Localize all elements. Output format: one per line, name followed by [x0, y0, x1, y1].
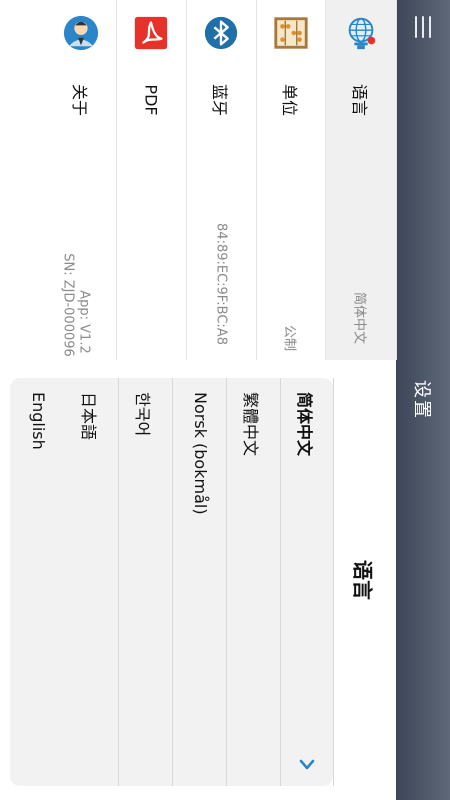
language-option-en[interactable]: English: [10, 378, 64, 786]
language-option-ko[interactable]: 한국어: [118, 378, 173, 786]
pdf-icon: [134, 16, 168, 50]
settings-item-units[interactable]: 单位 公制: [256, 0, 326, 360]
settings-item-value: 简体中文: [351, 291, 366, 345]
top-bar: 设置: [396, 0, 450, 800]
app-version: App: V1.2: [76, 290, 92, 354]
user-icon: [63, 15, 99, 51]
language-option-label: 繁體中文: [241, 392, 260, 457]
check-icon: [299, 759, 314, 770]
language-option-label: 日本語: [79, 392, 98, 441]
language-option-ja[interactable]: 日本語: [64, 378, 119, 786]
language-dialog: 简体中文 繁體中文 Norsk (bokmål) 한국어 日本語 English…: [0, 360, 396, 800]
settings-item-language[interactable]: 语言 简体中文: [325, 0, 397, 360]
language-option-label: Norsk (bokmål): [191, 392, 210, 515]
language-option-label: English: [29, 392, 48, 450]
settings-item-label: 蓝牙: [210, 83, 229, 117]
language-option-nb[interactable]: Norsk (bokmål): [172, 378, 227, 786]
language-option-label: 简体中文: [294, 392, 314, 457]
settings-item-label: PDF: [141, 84, 161, 116]
language-option-zh-hant[interactable]: 繁體中文: [226, 378, 281, 786]
settings-item-label: 语言: [349, 83, 369, 117]
abacus-icon: [273, 17, 308, 49]
language-option-zh-hans[interactable]: 简体中文: [280, 378, 334, 786]
settings-item-pdf[interactable]: PDF: [116, 0, 187, 360]
globe-icon: [348, 17, 375, 50]
settings-item-label: 关于: [70, 83, 89, 117]
language-option-label: 한국어: [133, 392, 152, 437]
settings-item-label: 单位: [279, 83, 299, 117]
settings-item-about[interactable]: 关于 App: V1.2 SN: ZJD-000096: [46, 0, 117, 360]
language-options-card: 简体中文 繁體中文 Norsk (bokmål) 한국어 日本語 English: [10, 378, 334, 786]
serial-number: SN: ZJD-000096: [60, 253, 76, 357]
bluetooth-icon: [204, 16, 238, 50]
page-title: 设置: [411, 380, 432, 420]
settings-item-bluetooth[interactable]: 蓝牙 84:89:EC:9F:BC:A8: [186, 0, 257, 360]
dialog-title: 语言: [350, 560, 375, 600]
settings-list: 语言 简体中文 单位 公制 蓝牙 84:89:EC:9F:BC:A8 PDF 关…: [0, 0, 397, 360]
menu-icon[interactable]: [410, 14, 436, 40]
settings-item-value: 84:89:EC:9F:BC:A8: [213, 223, 229, 345]
settings-item-value: 公制: [281, 324, 296, 352]
